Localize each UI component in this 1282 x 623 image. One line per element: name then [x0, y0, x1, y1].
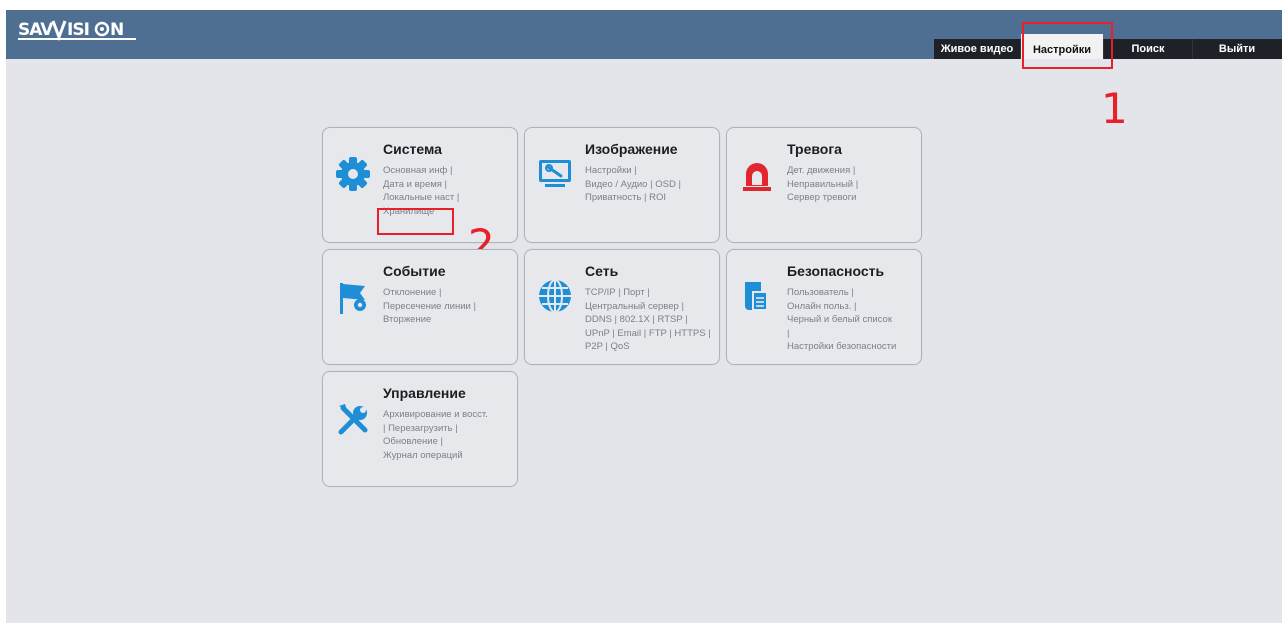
link-online-users[interactable]: Онлайн польз. |	[787, 300, 919, 314]
app-root: SAV ISI N Живое видео Настройки Поиск Вы…	[6, 10, 1282, 623]
link-tcpip-port[interactable]: TCP/IP | Порт |	[585, 286, 717, 300]
card-image: Изображение Настройки | Видео / Аудио | …	[524, 127, 720, 243]
gear-icon	[335, 156, 371, 192]
card-network: Сеть TCP/IP | Порт | Центральный сервер …	[524, 249, 720, 365]
card-management: Управление Архивирование и восст. | Пере…	[322, 371, 518, 487]
annotation-box-storage	[377, 208, 454, 235]
logo-wordmark: SAV ISI N	[18, 20, 136, 42]
card-links: TCP/IP | Порт | Центральный сервер | DDN…	[585, 286, 717, 354]
link-image-settings[interactable]: Настройки |	[585, 164, 717, 178]
link-local-settings[interactable]: Локальные наст |	[383, 191, 515, 205]
card-alarm: Тревога Дет. движения | Неправильный | С…	[726, 127, 922, 243]
link-date-time[interactable]: Дата и время |	[383, 178, 515, 192]
annotation-box-settings	[1022, 22, 1113, 69]
annotation-number-1: 1	[1101, 84, 1128, 133]
link-ddns-8021x-rtsp[interactable]: DDNS | 802.1X | RTSP |	[585, 313, 717, 327]
link-reboot[interactable]: | Перезагрузить |	[383, 422, 515, 436]
card-title: Событие	[383, 263, 446, 279]
alarm-siren-icon	[739, 158, 775, 194]
card-title: Тревога	[787, 141, 842, 157]
nav-logout[interactable]: Выйти	[1193, 39, 1281, 59]
brand-logo: SAV ISI N	[18, 17, 138, 43]
card-title: Безопасность	[787, 263, 885, 279]
link-p2p-qos[interactable]: P2P | QoS	[585, 340, 717, 354]
card-title: Управление	[383, 385, 466, 401]
security-shield-icon	[739, 278, 775, 314]
link-operation-log[interactable]: Журнал операций	[383, 449, 515, 463]
card-links: Настройки | Видео / Аудио | OSD | Приват…	[585, 164, 717, 205]
link-upgrade[interactable]: Обновление |	[383, 435, 515, 449]
svg-text:ISI: ISI	[67, 20, 89, 40]
card-event: Событие Отклонение | Пересечение линии |…	[322, 249, 518, 365]
nav-live-video[interactable]: Живое видео	[934, 39, 1020, 59]
link-motion-detection[interactable]: Дет. движения |	[787, 164, 919, 178]
link-black-white-list[interactable]: Черный и белый список	[787, 313, 919, 327]
svg-text:SAV: SAV	[18, 20, 54, 40]
link-upnp-email-ftp-https[interactable]: UPnP | Email | FTP | HTTPS |	[585, 327, 717, 341]
card-title: Изображение	[585, 141, 678, 157]
card-links: Пользователь | Онлайн польз. | Черный и …	[787, 286, 919, 354]
card-security: Безопасность Пользователь | Онлайн польз…	[726, 249, 922, 365]
card-links: Дет. движения | Неправильный | Сервер тр…	[787, 164, 919, 205]
link-privacy-roi[interactable]: Приватность | ROI	[585, 191, 717, 205]
event-flag-icon	[335, 280, 371, 316]
link-abnormal[interactable]: Неправильный |	[787, 178, 919, 192]
link-basic-info[interactable]: Основная инф |	[383, 164, 515, 178]
globe-icon	[537, 278, 573, 314]
link-deviation[interactable]: Отклонение |	[383, 286, 515, 300]
card-title: Система	[383, 141, 442, 157]
link-line-crossing[interactable]: Пересечение линии |	[383, 300, 515, 314]
link-video-audio-osd[interactable]: Видео / Аудио | OSD |	[585, 178, 717, 192]
link-intrusion[interactable]: Вторжение	[383, 313, 515, 327]
monitor-settings-icon	[537, 156, 573, 192]
card-links: Архивирование и восст. | Перезагрузить |…	[383, 408, 515, 462]
link-central-server[interactable]: Центральный сервер |	[585, 300, 717, 314]
link-separator: |	[787, 327, 790, 339]
card-links: Отклонение | Пересечение линии | Вторжен…	[383, 286, 515, 327]
card-title: Сеть	[585, 263, 619, 279]
svg-text:N: N	[110, 20, 124, 40]
link-backup-restore[interactable]: Архивирование и восст.	[383, 408, 515, 422]
tools-icon	[335, 402, 371, 438]
link-alarm-server[interactable]: Сервер тревоги	[787, 191, 919, 205]
nav-search[interactable]: Поиск	[1104, 39, 1192, 59]
link-security-settings[interactable]: Настройки безопасности	[787, 340, 919, 354]
link-user[interactable]: Пользователь |	[787, 286, 919, 300]
